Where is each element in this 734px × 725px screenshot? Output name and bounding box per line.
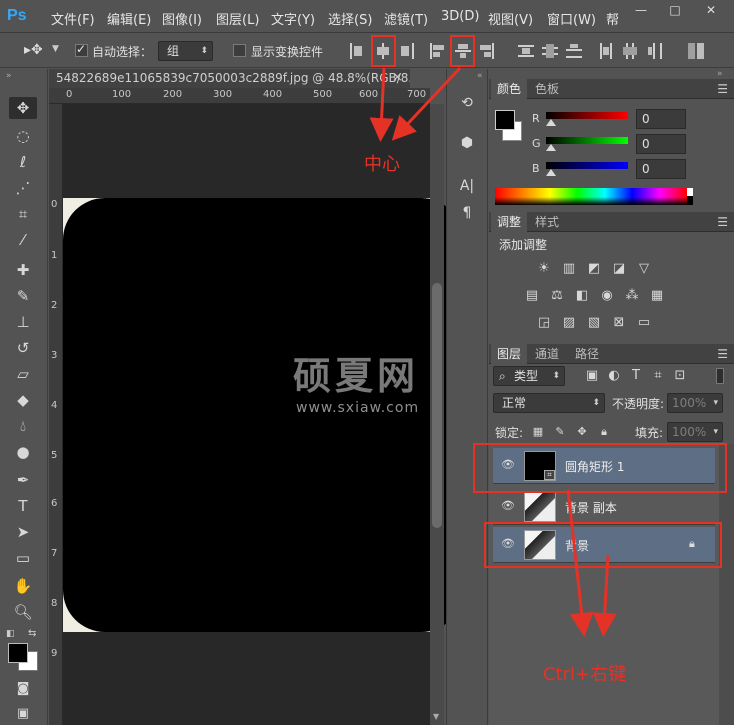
arrow-ctrl-right xyxy=(592,554,617,637)
arrow-to-center-right xyxy=(391,66,462,141)
annotation-ctrl-right-click: Ctrl+右键 xyxy=(543,664,627,685)
arrow-ctrl-left xyxy=(566,489,594,637)
annotation-center: 中心 xyxy=(364,154,400,175)
arrow-to-center-left xyxy=(369,67,394,142)
annotation-arrows xyxy=(369,66,617,637)
